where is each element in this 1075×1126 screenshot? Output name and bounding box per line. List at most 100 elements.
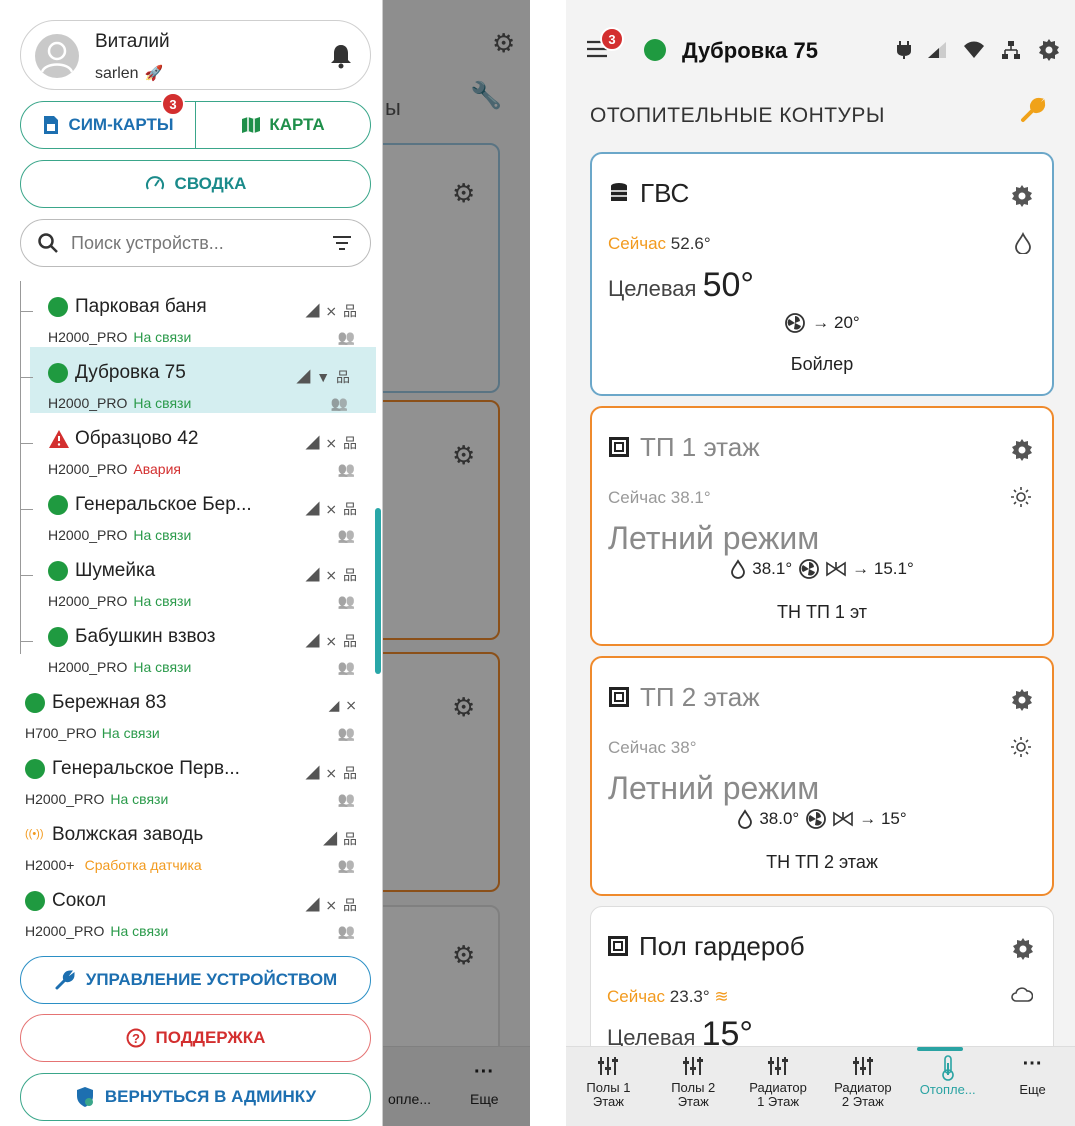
tab-floors-2[interactable]: Полы 2 Этаж (651, 1047, 736, 1126)
pump-icon (799, 559, 820, 579)
current-value: 23.3° (669, 987, 710, 1006)
online-status-dot (644, 39, 666, 61)
flow-info: → 20° (592, 312, 1052, 334)
search-placeholder: Поиск устройств... (71, 233, 224, 253)
device-row[interactable]: Шумейка H2000_PRO На связи ◢ ⨯ 品 👥 (0, 545, 383, 611)
device-row[interactable]: Сокол H2000_PRO На связи ◢ ⨯ 品 👥 (0, 875, 383, 941)
sim-cards-button[interactable]: СИМ-КАРТЫ 3 (21, 92, 196, 148)
gear-icon[interactable] (1010, 688, 1034, 712)
current-label: Сейчас (607, 987, 666, 1006)
left-screen: ⚙ 🔧 ы ⚙ ⚙ ⚙ ⚙ опле... Еще ··· Виталий sa… (0, 0, 530, 1126)
sliders-icon (598, 1057, 619, 1075)
filter-icon[interactable] (332, 234, 352, 252)
device-status: На связи (110, 791, 169, 807)
online-status-icon (48, 561, 68, 581)
circuit-card-tp2[interactable]: ТП 2 этаж Сейчас 38° Летний режим 38.0° … (590, 656, 1054, 896)
users-icon: 👥 (337, 791, 355, 807)
valve-icon (833, 811, 854, 827)
online-status-icon (25, 891, 45, 911)
device-row[interactable]: Бабушкин взвоз H2000_PRO На связи ◢ ⨯ 品 👥 (0, 611, 383, 677)
sun-icon (1011, 737, 1031, 757)
pump-icon (785, 313, 806, 333)
map-label: КАРТА (269, 115, 325, 134)
support-label: ПОДДЕРЖКА (155, 1028, 266, 1047)
device-name: Бережная 83 (52, 692, 167, 713)
device-status: На связи (133, 593, 192, 609)
current-value: 52.6° (670, 234, 711, 253)
wrench-icon[interactable] (1019, 96, 1047, 124)
alert-icon (49, 430, 69, 448)
tree-branch (20, 443, 33, 444)
valve-icon (826, 561, 846, 577)
tab-label: Радиатор 2 Этаж (834, 1081, 892, 1109)
user-profile[interactable]: Виталий sarlen 🚀 (20, 20, 371, 90)
device-status: На связи (133, 659, 192, 675)
device-row[interactable]: Генеральское Бер... H2000_PRO На связи ◢ ⨯ … (0, 479, 383, 545)
summary-label: СВОДКА (174, 174, 247, 193)
tab-more[interactable]: ··· Еще (990, 1047, 1075, 1126)
gear-icon[interactable] (1037, 38, 1061, 62)
tab-radiators-2[interactable]: Радиатор 2 Этаж (820, 1047, 905, 1126)
tab-radiators-1[interactable]: Радиатор 1 Этаж (736, 1047, 821, 1126)
device-model: H2000+ (25, 857, 75, 873)
summary-button[interactable]: СВОДКА (20, 160, 371, 208)
flow-value: → 20° (812, 313, 860, 332)
circuit-card-tp1[interactable]: ТП 1 этаж Сейчас 38.1° Летний режим 38.1… (590, 406, 1054, 646)
circuit-mode: Летний режим (608, 770, 820, 806)
device-name: Сокол (52, 890, 107, 911)
gear-icon[interactable] (1010, 438, 1034, 462)
back-to-admin-button[interactable]: ВЕРНУТЬСЯ В АДМИНКУ (20, 1073, 371, 1121)
device-row[interactable]: Бережная 83 H700_PRO На связи ◢ ⨯ 👥 (0, 677, 383, 743)
online-status-icon (48, 495, 68, 515)
device-row[interactable]: ((•)) Волжская заводь H2000+ Сработка датчи… (0, 809, 383, 875)
admin-shield-icon (76, 1087, 93, 1107)
device-row[interactable]: Парковая баня H2000_PRO На связи ◢ ⨯ 品 👥 (0, 281, 383, 347)
device-row[interactable]: Дубровка 75 H2000_PRO На связи ◢ ▼ 品 👥 (20, 347, 376, 413)
cellular-signal-icon (928, 42, 946, 58)
map-button[interactable]: КАРТА (196, 102, 370, 148)
support-button[interactable]: ? ПОДДЕРЖКА (20, 1014, 371, 1062)
tree-branch (20, 575, 33, 576)
device-row[interactable]: Образцово 42 H2000_PRO Авария ◢ ⨯ 品 👥 (0, 413, 383, 479)
device-name: Образцово 42 (75, 428, 199, 449)
users-icon: 👥 (337, 659, 355, 675)
bell-icon[interactable] (330, 43, 352, 69)
device-model: H2000_PRO (48, 593, 128, 609)
tab-floors-1[interactable]: Полы 1 Этаж (566, 1047, 651, 1126)
tree-branch (20, 311, 33, 312)
sim-card-icon (44, 116, 59, 134)
section-title: ОТОПИТЕЛЬНЫЕ КОНТУРЫ (590, 104, 885, 127)
gear-icon[interactable] (1011, 937, 1035, 961)
user-name: Виталий (95, 31, 170, 52)
users-icon: 👥 (337, 527, 355, 543)
gear-icon[interactable] (1010, 184, 1034, 208)
map-icon (242, 117, 261, 133)
manage-device-button[interactable]: УПРАВЛЕНИЕ УСТРОЙСТВОМ (20, 956, 371, 1004)
online-status-icon (48, 297, 68, 317)
device-name: Генеральское Бер... (75, 494, 252, 515)
circuit-mode: Летний режим (608, 520, 820, 556)
tab-label-line2: Этаж (592, 1094, 624, 1109)
users-icon: 👥 (337, 329, 355, 345)
tab-label: Полы 2 Этаж (671, 1081, 715, 1109)
device-row[interactable]: Генеральское Перв... H2000_PRO На связи ◢ ⨯… (0, 743, 383, 809)
drawer-scrollbar[interactable] (375, 508, 381, 674)
tab-label: Еще (1019, 1082, 1046, 1097)
users-icon: 👥 (337, 857, 355, 873)
tab-heating[interactable]: Отопле... (905, 1047, 990, 1126)
current-label: Сейчас (608, 738, 667, 757)
tree-branch (20, 509, 33, 510)
connection-icons: ◢ ▼ 品 (296, 369, 351, 385)
device-search[interactable]: Поиск устройств... (20, 219, 371, 267)
users-icon: 👥 (337, 461, 355, 477)
wifi-icon (964, 41, 984, 58)
tab-label-line1: Радиатор (749, 1080, 807, 1095)
circuit-name: Пол гардероб (639, 931, 805, 961)
device-status: На связи (133, 329, 192, 345)
tab-label-line2: 2 Этаж (841, 1094, 884, 1109)
tab-label: Радиатор 1 Этаж (749, 1081, 807, 1109)
online-status-icon (48, 627, 68, 647)
online-status-icon (25, 759, 45, 779)
circuit-card-gvs[interactable]: ГВС Сейчас 52.6° Целевая 50° → 20° Бойле… (590, 152, 1054, 396)
thermometer-icon (941, 1055, 954, 1081)
